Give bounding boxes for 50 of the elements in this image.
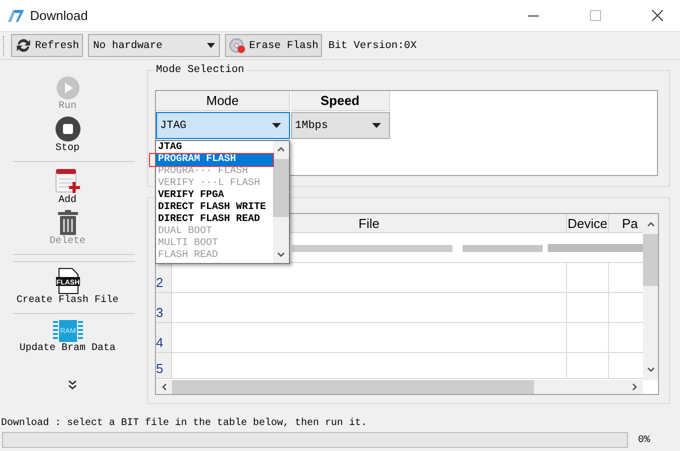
row-number: 4 — [156, 323, 172, 353]
row-number: 2 — [156, 263, 172, 293]
column-header[interactable]: Pa — [609, 214, 643, 233]
erase-flash-button[interactable]: Erase Flash — [225, 34, 322, 57]
hardware-dropdown[interactable]: No hardware — [88, 34, 220, 57]
vertical-scrollbar[interactable] — [643, 214, 658, 380]
scroll-down-icon[interactable] — [646, 367, 654, 373]
play-icon — [56, 76, 80, 100]
row-number: 5 — [156, 353, 172, 379]
maximize-icon — [590, 10, 600, 21]
column-header[interactable]: Device — [567, 214, 609, 233]
mode-option[interactable]: DIRECT FLASH WRITE — [156, 202, 273, 214]
speed-dropdown[interactable]: 1Mbps — [291, 112, 390, 139]
caret-icon — [372, 123, 381, 128]
status-message: Download : select a BIT file in the table below, then run it. — [0, 417, 368, 431]
scroll-down-icon[interactable] — [277, 252, 285, 258]
window-title: Download — [30, 8, 89, 23]
scroll-right-icon[interactable] — [632, 383, 638, 391]
table-cell — [567, 323, 609, 353]
horizontal-scrollbar[interactable] — [156, 380, 643, 394]
mode-option[interactable]: VERIFY FPGA — [156, 190, 273, 202]
scroll-up-icon[interactable] — [277, 146, 285, 152]
progress-reading: 0% — [638, 434, 650, 446]
app-logo-icon — [8, 10, 24, 22]
scrollbar[interactable] — [273, 141, 289, 263]
mode-dropdown[interactable]: JTAG — [156, 112, 290, 139]
double-chevron-down-icon[interactable] — [68, 380, 77, 390]
caret-icon — [272, 123, 281, 128]
scroll-up-icon[interactable] — [646, 221, 654, 227]
scrollbar-thumb[interactable] — [273, 159, 289, 217]
close-icon — [652, 10, 662, 21]
refresh-icon — [15, 37, 32, 54]
caret-icon — [207, 43, 216, 48]
bit-version-label: Bit Version:0X — [328, 40, 417, 52]
column-header: Speed — [291, 91, 390, 111]
scrollbar-thumb[interactable] — [172, 380, 534, 394]
stop-icon — [54, 116, 80, 142]
scrollbar-thumb[interactable] — [643, 234, 658, 286]
mode-option[interactable]: JTAG — [156, 142, 273, 154]
scroll-left-icon[interactable] — [161, 383, 167, 391]
column-header: Mode — [156, 91, 290, 111]
trash-icon — [58, 210, 78, 235]
add-tool-button[interactable]: Add — [0, 168, 135, 210]
table-cell — [567, 353, 609, 379]
refresh-button[interactable]: Refresh — [11, 34, 84, 57]
row-number: 3 — [156, 293, 172, 323]
table-cell — [567, 293, 609, 323]
disc-icon — [229, 37, 246, 54]
notepad-plus-icon — [54, 168, 80, 194]
stop-tool-button[interactable]: Stop — [0, 116, 135, 158]
